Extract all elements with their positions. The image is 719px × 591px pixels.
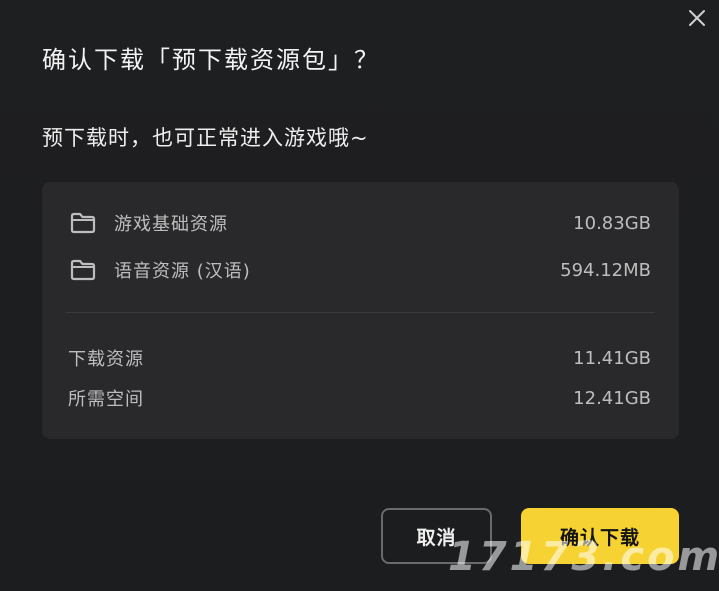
panel-divider — [66, 312, 655, 313]
resource-size: 594.12MB — [560, 259, 651, 281]
resource-panel: 游戏基础资源 10.83GB 语音资源 (汉语) 594.12MB 下载资源 1… — [42, 182, 679, 439]
cancel-button[interactable]: 取消 — [381, 508, 492, 564]
summary-row-download: 下载资源 11.41GB — [42, 343, 679, 373]
resource-label: 语音资源 (汉语) — [114, 261, 251, 282]
summary-label: 下载资源 — [68, 349, 144, 370]
summary-value: 12.41GB — [573, 387, 651, 409]
summary-row-space: 所需空间 12.41GB — [42, 383, 679, 413]
resource-size: 10.83GB — [573, 212, 651, 234]
summary-value: 11.41GB — [573, 347, 651, 369]
confirm-download-button[interactable]: 确认下载 — [521, 508, 679, 564]
resource-row-base: 游戏基础资源 10.83GB — [42, 208, 679, 238]
resource-row-voice: 语音资源 (汉语) 594.12MB — [42, 255, 679, 285]
folder-icon — [70, 259, 96, 281]
folder-icon — [70, 212, 96, 234]
resource-label: 游戏基础资源 — [114, 214, 228, 235]
dialog-title: 确认下载「预下载资源包」？ — [42, 46, 380, 74]
dialog-subtitle: 预下载时，也可正常进入游戏哦~ — [42, 126, 369, 150]
close-icon[interactable] — [685, 6, 709, 30]
summary-label: 所需空间 — [68, 389, 144, 410]
download-confirm-dialog: 确认下载「预下载资源包」？ 预下载时，也可正常进入游戏哦~ 游戏基础资源 10.… — [0, 0, 719, 591]
